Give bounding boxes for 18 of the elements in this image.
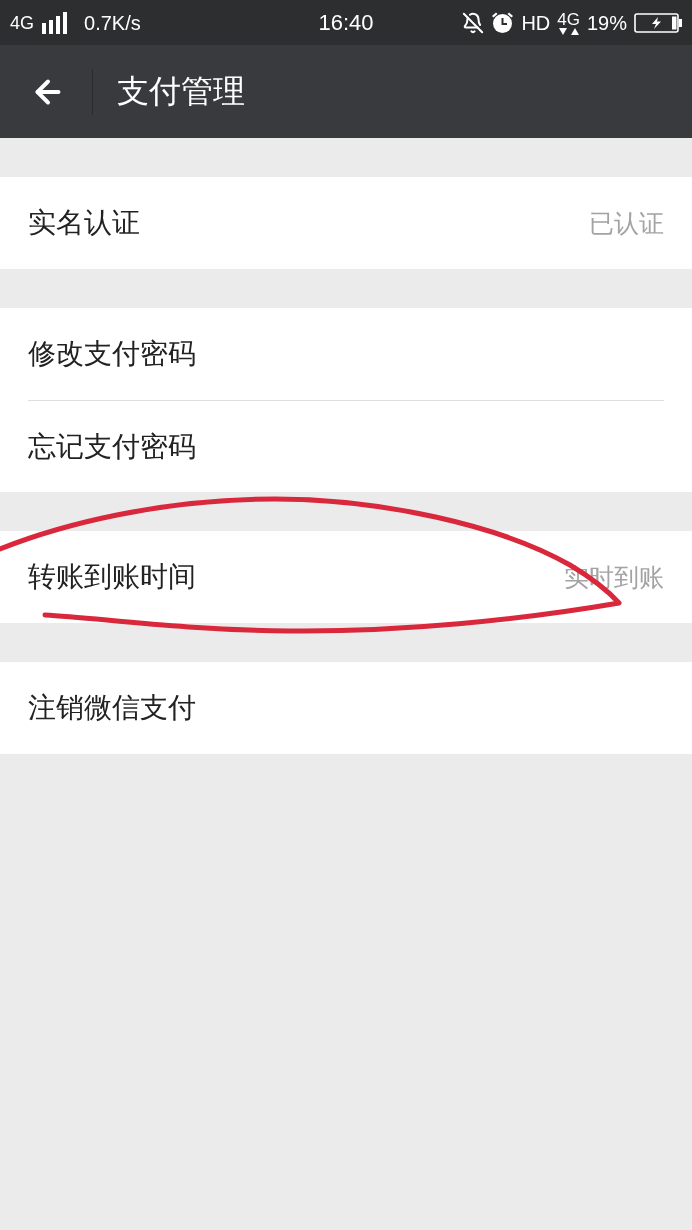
row-label: 注销微信支付: [28, 691, 196, 725]
row-label: 转账到账时间: [28, 560, 196, 594]
hd-label: HD: [521, 12, 551, 33]
alarm-clock-icon: [491, 11, 515, 34]
row-label: 修改支付密码: [28, 337, 196, 371]
row-value: 已认证: [589, 207, 664, 239]
network-speed: 0.7K/s: [84, 12, 141, 33]
row-label: 实名认证: [28, 206, 140, 240]
battery-charging-icon: [634, 12, 682, 33]
signal-bars-icon: [42, 11, 68, 34]
row-label: 忘记支付密码: [28, 429, 196, 464]
network-type: 4G: [10, 13, 34, 32]
page-title: 支付管理: [117, 71, 245, 111]
battery-percent: 19%: [586, 12, 627, 33]
data-arrows-icon: [557, 27, 580, 35]
bell-muted-icon: [462, 11, 485, 34]
network-type: 4G: [557, 10, 580, 28]
clock-time: 16:40: [318, 11, 374, 34]
